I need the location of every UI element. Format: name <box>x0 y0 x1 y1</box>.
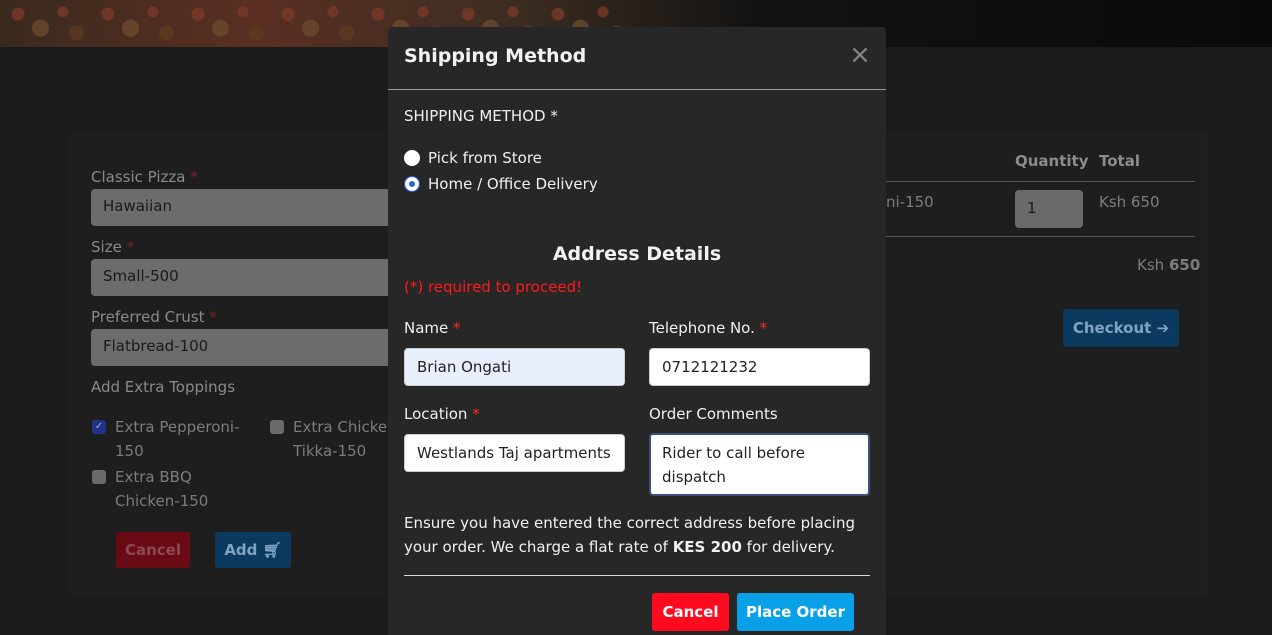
radio-pick-from-store[interactable] <box>404 150 420 166</box>
grand-total: Ksh 650 <box>1137 256 1201 274</box>
classic-pizza-select[interactable]: Hawaiian <box>91 189 391 226</box>
topping-label-chicken-tikka: Extra Chicken Tikka-150 <box>293 418 397 460</box>
place-order-button[interactable]: Place Order <box>737 593 854 631</box>
location-input[interactable]: Westlands Taj apartments <box>404 434 625 472</box>
required-note: (*) required to proceed! <box>404 278 583 296</box>
radio-home-office-delivery[interactable] <box>404 176 420 192</box>
table-row-divider <box>886 236 1195 237</box>
column-header-quantity: Quantity <box>1015 152 1089 170</box>
crust-select[interactable]: Flatbread-100 <box>91 329 391 366</box>
order-comments-label: Order Comments <box>649 405 778 423</box>
arrow-circle-right-icon: ➔ <box>1156 319 1170 337</box>
shipping-method-modal: Shipping Method × SHIPPING METHOD * Pick… <box>388 27 886 635</box>
topping-checkbox-pepperoni[interactable]: ✓ <box>92 420 106 434</box>
delivery-note: Ensure you have entered the correct addr… <box>404 514 855 556</box>
size-select[interactable]: Small-500 <box>91 259 391 296</box>
option-pick-from-store[interactable]: Pick from Store <box>404 149 542 167</box>
table-header-divider <box>886 181 1195 182</box>
name-label: Name * <box>404 319 461 337</box>
shipping-method-label: SHIPPING METHOD * <box>404 107 558 125</box>
telephone-input[interactable]: 0712121232 <box>649 348 870 386</box>
checkout-button[interactable]: Checkout ➔ <box>1063 309 1179 347</box>
size-label: Size * <box>91 238 135 256</box>
cart-item-name: ni-150 <box>886 193 934 211</box>
cart-icon: 🛒︎ <box>262 541 282 559</box>
topping-checkbox-bbq-chicken[interactable] <box>92 470 106 484</box>
modal-title: Shipping Method <box>404 45 587 67</box>
classic-pizza-label: Classic Pizza * <box>91 168 198 186</box>
topping-checkbox-chicken-tikka[interactable] <box>270 420 284 434</box>
name-input[interactable]: Brian Ongati <box>404 348 625 386</box>
option-label: Pick from Store <box>428 149 542 167</box>
topping-label-bbq-chicken: Extra BBQ Chicken-150 <box>115 468 209 510</box>
toppings-label: Add Extra Toppings <box>91 378 236 396</box>
column-header-total: Total <box>1099 152 1140 170</box>
crust-label: Preferred Crust * <box>91 308 217 326</box>
order-comments-textarea[interactable]: Rider to call before dispatch <box>649 433 870 496</box>
modal-header: Shipping Method × <box>388 27 886 90</box>
add-to-cart-button[interactable]: Add 🛒︎ <box>215 532 291 568</box>
close-icon[interactable]: × <box>848 42 872 68</box>
location-label: Location * <box>404 405 480 423</box>
option-label: Home / Office Delivery <box>428 175 598 193</box>
cart-item-total: Ksh 650 <box>1099 193 1160 211</box>
footer-divider <box>404 575 870 576</box>
telephone-label: Telephone No. * <box>649 319 768 337</box>
quantity-input[interactable]: 1 <box>1015 190 1083 228</box>
cancel-button[interactable]: Cancel <box>652 593 729 631</box>
background-cancel-button[interactable]: Cancel <box>116 532 190 568</box>
option-home-office-delivery[interactable]: Home / Office Delivery <box>404 175 598 193</box>
address-details-heading: Address Details <box>552 243 722 265</box>
topping-label-pepperoni: Extra Pepperoni- 150 <box>115 418 240 460</box>
